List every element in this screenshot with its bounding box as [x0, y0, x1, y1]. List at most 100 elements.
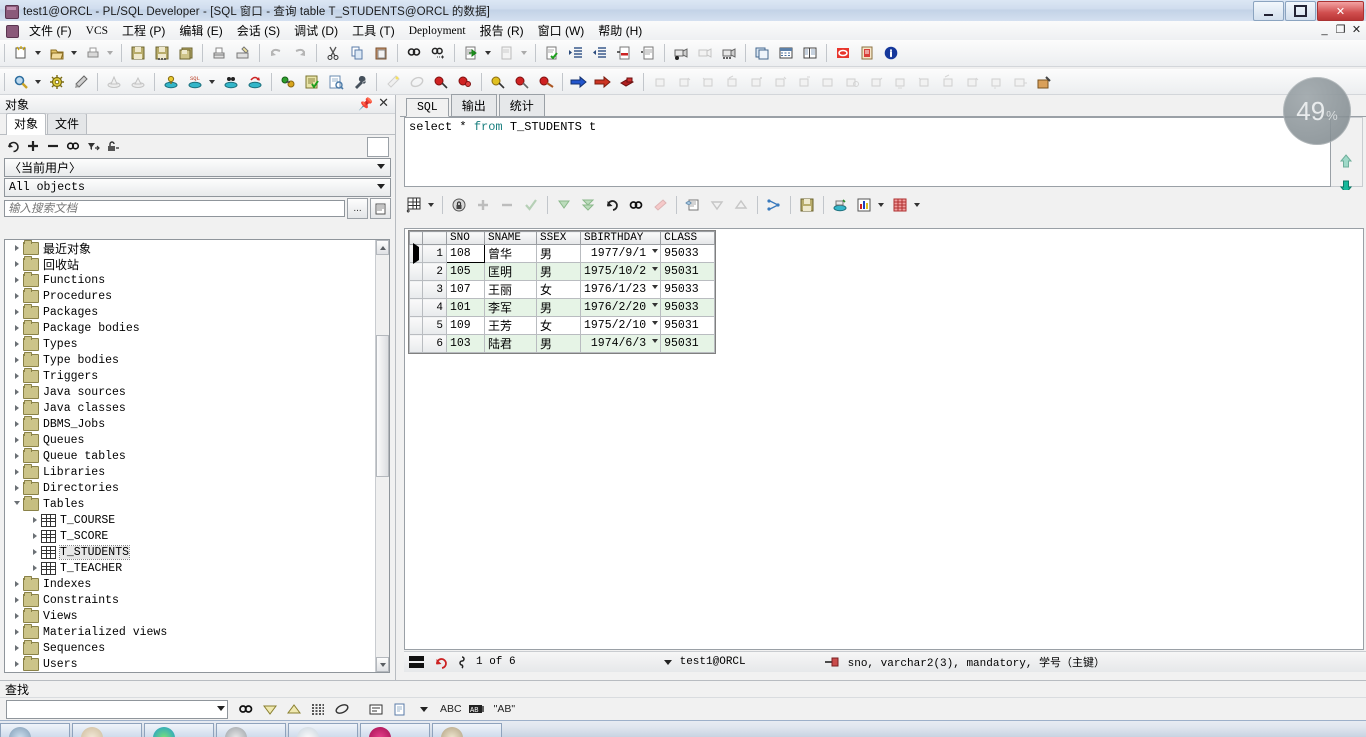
cell-sno[interactable]: 107 [447, 281, 485, 299]
menu-debug[interactable]: 调试 (D) [287, 21, 345, 40]
cell-class[interactable]: 95031 [661, 263, 715, 281]
settings-icon[interactable] [46, 71, 68, 93]
copy-doc-icon[interactable] [389, 699, 411, 719]
scroll-up-arrow[interactable] [1339, 154, 1353, 168]
cell-class[interactable]: 95031 [661, 317, 715, 335]
report-window-icon[interactable] [301, 71, 323, 93]
uncomment-icon[interactable] [637, 42, 659, 64]
tree-item-queue-tables[interactable]: Queue tables [5, 448, 376, 464]
cell-sname[interactable]: 王芳 [485, 317, 537, 335]
cell-ssex[interactable]: 男 [537, 335, 581, 353]
grid-view-icon[interactable] [775, 42, 797, 64]
tree-expand-icon[interactable] [11, 464, 23, 480]
tree-expand-icon[interactable] [11, 256, 23, 272]
cell-sbirthday[interactable]: 1975/10/2 [581, 263, 661, 281]
save-icon[interactable] [127, 42, 149, 64]
sql-window-icon[interactable]: SQL [184, 71, 206, 93]
form-view-icon[interactable] [799, 42, 821, 64]
tree-item-t_teacher[interactable]: T_TEACHER [5, 560, 376, 576]
cell-class[interactable]: 95033 [661, 299, 715, 317]
menu-window[interactable]: 窗口 (W) [531, 21, 592, 40]
object-tree[interactable]: 最近对象回收站FunctionsProceduresPackagesPackag… [4, 239, 390, 673]
column-header-ssex[interactable]: SSEX [537, 232, 581, 245]
tree-expand-icon[interactable] [11, 240, 23, 256]
tree-item-t_score[interactable]: T_SCORE [5, 528, 376, 544]
tree-item-sequences[interactable]: Sequences [5, 640, 376, 656]
indent-icon[interactable] [565, 42, 587, 64]
cell-sbirthday[interactable]: 1974/6/3 [581, 335, 661, 353]
close-icon[interactable]: ✕ [378, 96, 389, 110]
cell-sno[interactable]: 101 [447, 299, 485, 317]
cell-class[interactable]: 95033 [661, 281, 715, 299]
cell-sbirthday[interactable]: 1975/2/10 [581, 317, 661, 335]
query-builder-icon[interactable] [763, 194, 785, 216]
menu-vcs[interactable]: VCS [79, 24, 115, 38]
tree-item-t_students[interactable]: T_STUDENTS [5, 544, 376, 560]
paste-icon[interactable] [370, 42, 392, 64]
column-header-sname[interactable]: SNAME [485, 232, 537, 245]
play-macro-icon[interactable] [718, 42, 740, 64]
task-6[interactable] [360, 723, 430, 737]
find-next-down-icon[interactable] [259, 699, 281, 719]
tree-expand-icon[interactable] [11, 640, 23, 656]
brush-icon[interactable] [70, 71, 92, 93]
column-header-sno[interactable]: SNO [447, 232, 485, 245]
date-picker-icon[interactable] [652, 285, 658, 289]
tree-expand-icon[interactable] [11, 608, 23, 624]
breakpoint-icon[interactable] [430, 71, 452, 93]
tree-expand-icon[interactable] [11, 656, 23, 672]
tree-collapse-icon[interactable] [11, 496, 23, 512]
tree-expand-icon[interactable] [11, 448, 23, 464]
tree-expand-icon[interactable] [11, 624, 23, 640]
menu-file[interactable]: 文件 (F) [22, 21, 79, 40]
cell-sno[interactable]: 109 [447, 317, 485, 335]
cell-ssex[interactable]: 女 [537, 317, 581, 335]
open-file-icon[interactable] [46, 42, 68, 64]
menu-deployment[interactable]: Deployment [402, 24, 473, 38]
tree-item-views[interactable]: Views [5, 608, 376, 624]
date-picker-icon[interactable] [652, 339, 658, 343]
lock-icon[interactable] [104, 137, 122, 155]
chart-icon[interactable] [853, 194, 875, 216]
remove-icon[interactable] [44, 137, 62, 155]
cell-sname[interactable]: 匡明 [485, 263, 537, 281]
copy-dropdown[interactable] [413, 699, 435, 719]
tree-item-constraints[interactable]: Constraints [5, 592, 376, 608]
tree-item-java-classes[interactable]: Java classes [5, 400, 376, 416]
tree-item-indexes[interactable]: Indexes [5, 576, 376, 592]
chart-dropdown[interactable] [876, 194, 886, 216]
task-1[interactable] [0, 723, 70, 737]
tab-files[interactable]: 文件 [47, 113, 87, 134]
tree-expand-icon[interactable] [11, 272, 23, 288]
tree-item-java-sources[interactable]: Java sources [5, 384, 376, 400]
date-picker-icon[interactable] [652, 321, 658, 325]
minimize-button[interactable] [1253, 1, 1284, 21]
tree-expand-icon[interactable] [29, 512, 41, 528]
refresh-icon[interactable] [601, 194, 623, 216]
tree-expand-icon[interactable] [11, 336, 23, 352]
close-button[interactable]: ✕ [1317, 1, 1364, 21]
pdf-icon[interactable] [856, 42, 878, 64]
print-icon[interactable] [82, 42, 104, 64]
explain-window-icon[interactable] [325, 71, 347, 93]
date-picker-icon[interactable] [652, 267, 658, 271]
maximize-button[interactable] [1285, 1, 1316, 21]
date-picker-icon[interactable] [652, 303, 658, 307]
sql-dropdown[interactable] [207, 71, 217, 93]
copy-icon[interactable] [346, 42, 368, 64]
cell-ssex[interactable]: 女 [537, 281, 581, 299]
stop-icon[interactable] [616, 71, 638, 93]
column-header-class[interactable]: CLASS [661, 232, 715, 245]
find-next-icon[interactable] [427, 42, 449, 64]
tab-output[interactable]: 输出 [451, 94, 497, 116]
menu-edit[interactable]: 编辑 (E) [172, 21, 229, 40]
sql-editor[interactable]: select * from T_STUDENTS t [404, 117, 1331, 187]
erase-icon[interactable] [331, 699, 353, 719]
tab-objects[interactable]: 对象 [6, 113, 46, 135]
tree-item-t_course[interactable]: T_COURSE [5, 512, 376, 528]
cell-sbirthday[interactable]: 1976/2/20 [581, 299, 661, 317]
new-object-icon[interactable] [10, 42, 32, 64]
task-3[interactable] [144, 723, 214, 737]
cell-sno[interactable]: 103 [447, 335, 485, 353]
search-input[interactable] [4, 200, 345, 217]
